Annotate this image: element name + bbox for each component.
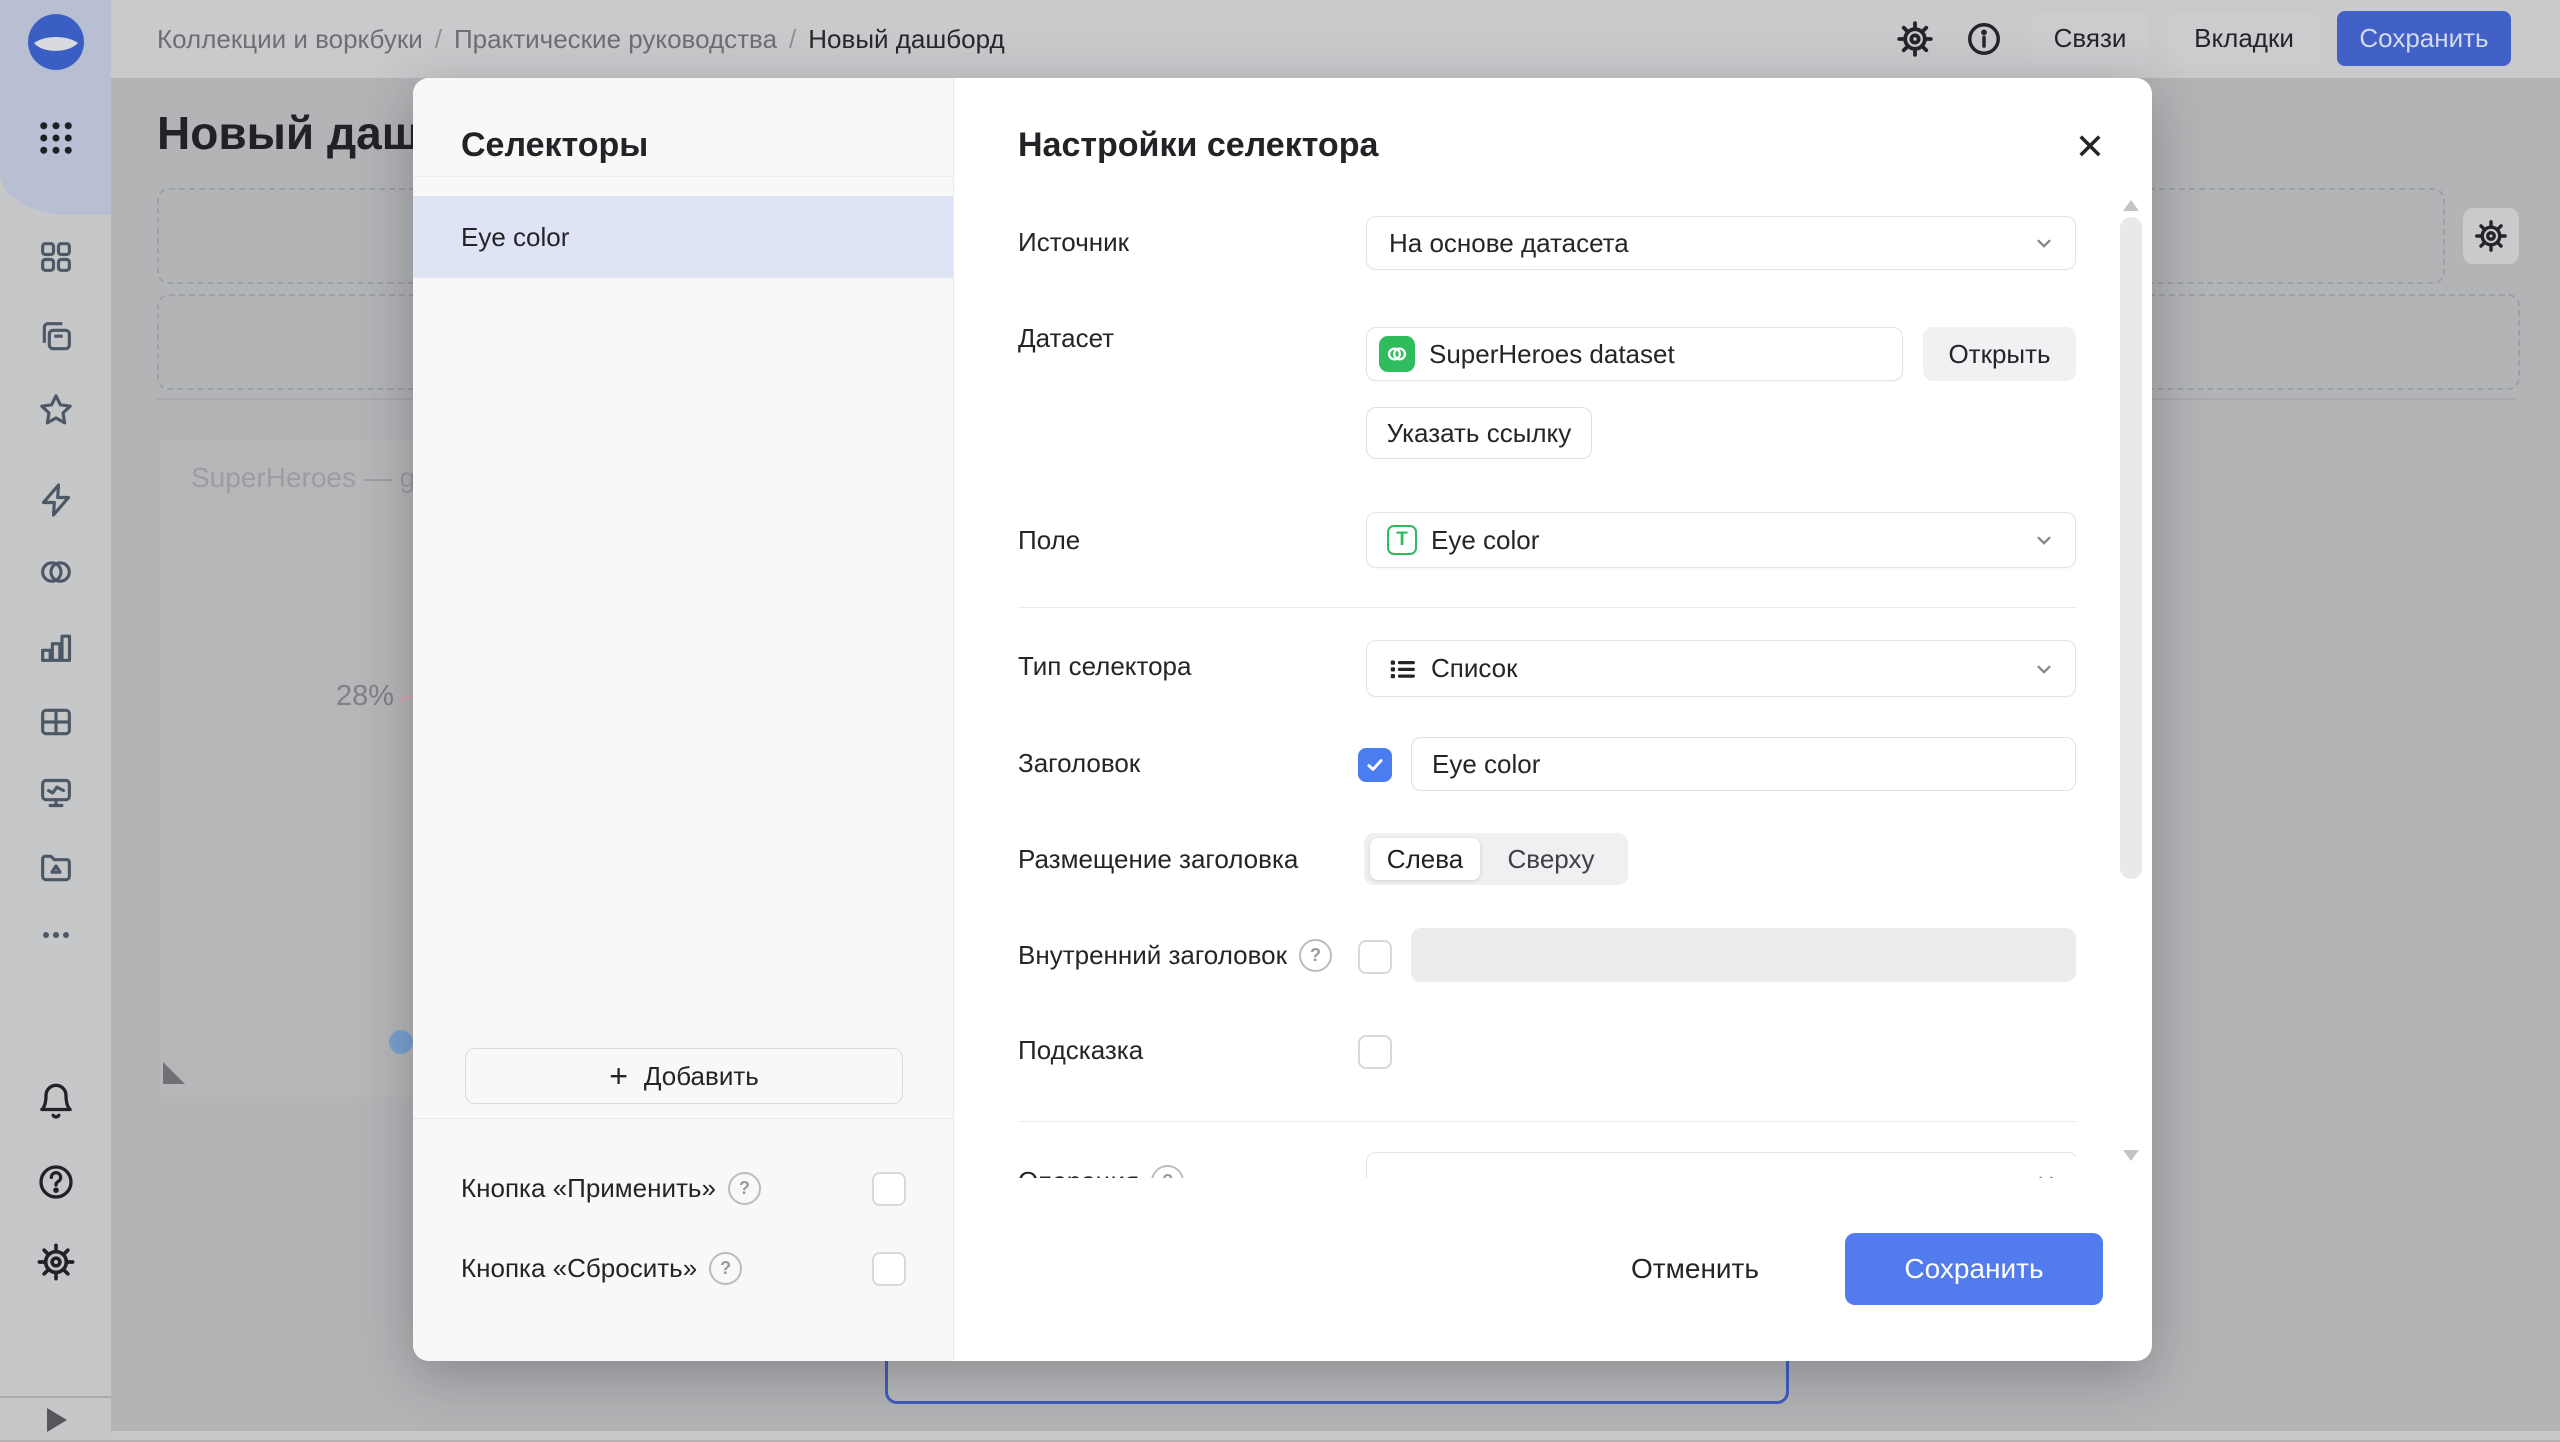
chart-title: SuperHeroes — g	[191, 462, 416, 493]
hint-checkbox[interactable]	[1358, 1035, 1392, 1069]
dataset-label: Датасет	[1018, 323, 1115, 353]
sidebar-item-monitoring-icon[interactable]	[36, 773, 76, 813]
dashboard-settings-button[interactable]	[2463, 208, 2519, 264]
apply-button-row-label: Кнопка «Применить» ?	[461, 1171, 761, 1205]
breadcrumb: Коллекции и воркбуки / Практические руко…	[157, 0, 1005, 78]
title-input[interactable]	[1411, 737, 2076, 791]
sidebar-item-more-icon[interactable]	[36, 915, 76, 955]
panel-footer-divider	[413, 1118, 953, 1119]
inner-title-input-disabled	[1411, 928, 2076, 982]
add-selector-button[interactable]: + Добавить	[465, 1048, 903, 1104]
chevron-down-icon	[2037, 665, 2051, 674]
sidebar-item-charts-icon[interactable]	[36, 627, 76, 667]
panel-header-divider	[413, 176, 953, 177]
scrollbar-thumb[interactable]	[2120, 217, 2142, 879]
breadcrumb-guides[interactable]: Практические руководства	[454, 24, 777, 55]
chevron-down-icon	[2039, 1176, 2053, 1178]
add-selector-label: Добавить	[643, 1060, 759, 1091]
chart-value-label: 28%	[336, 680, 395, 712]
help-icon[interactable]: ?	[1151, 1165, 1185, 1178]
tabs-button[interactable]: Вкладки	[2167, 11, 2321, 66]
breadcrumb-current: Новый дашборд	[808, 23, 1005, 54]
save-dashboard-button[interactable]: Сохранить	[2337, 11, 2511, 66]
scroll-down-arrow[interactable]	[2123, 1150, 2139, 1161]
sidebar-item-favorites-icon[interactable]	[36, 390, 76, 430]
reset-button-checkbox[interactable]	[872, 1252, 906, 1286]
field-select[interactable]: T Eye color	[1366, 512, 2076, 568]
source-label: Источник	[1018, 227, 1129, 257]
help-icon[interactable]: ?	[709, 1251, 743, 1285]
help-icon[interactable]: ?	[727, 1171, 761, 1205]
list-icon	[1390, 660, 1415, 678]
cancel-button[interactable]: Отменить	[1615, 1241, 1775, 1297]
placement-label: Размещение заголовка	[1018, 844, 1299, 874]
open-dataset-button[interactable]: Открыть	[1923, 327, 2076, 381]
placement-option-top[interactable]: Сверху	[1480, 833, 1622, 885]
dataset-select[interactable]: SuperHeroes dataset	[1366, 327, 1903, 381]
specify-link-button[interactable]: Указать ссылку	[1366, 407, 1592, 459]
title-checkbox[interactable]	[1358, 748, 1392, 782]
placement-option-left[interactable]: Слева	[1370, 833, 1480, 885]
scroll-up-arrow[interactable]	[2123, 200, 2139, 211]
expand-sidebar-icon[interactable]	[47, 1408, 67, 1432]
pie-fragment	[389, 1030, 413, 1054]
form-divider	[1018, 1121, 2076, 1122]
operation-label: Операция ?	[1018, 1165, 1185, 1178]
selector-list-item-label: Eye color	[461, 221, 570, 252]
dataset-icon	[1379, 336, 1415, 372]
apply-button-checkbox[interactable]	[872, 1172, 906, 1206]
datalens-logo[interactable]	[28, 14, 84, 70]
notifications-bell-icon[interactable]	[36, 1082, 76, 1122]
relations-button[interactable]: Связи	[2031, 11, 2149, 66]
chevron-down-icon	[2037, 536, 2051, 545]
settings-gear-icon[interactable]	[1896, 20, 1934, 58]
breadcrumb-separator: /	[434, 23, 442, 54]
inner-title-label: Внутренний заголовок ?	[1018, 939, 1332, 972]
help-circle-icon[interactable]	[36, 1162, 76, 1202]
user-settings-gear-icon[interactable]	[36, 1242, 76, 1282]
string-field-type-icon: T	[1387, 525, 1417, 555]
breadcrumb-separator: /	[789, 23, 797, 54]
sidebar-item-tables-icon[interactable]	[36, 702, 76, 742]
settings-form: Источник На основе датасета Датасет Supe…	[1018, 195, 2076, 1178]
form-divider	[1018, 607, 2076, 608]
settings-title: Настройки селектора	[1018, 126, 1379, 164]
field-label: Поле	[1018, 525, 1081, 555]
widget-resize-handle[interactable]	[163, 1062, 185, 1084]
info-icon[interactable]	[1965, 20, 2003, 58]
type-label: Тип селектора	[1018, 651, 1192, 681]
breadcrumb-collections[interactable]: Коллекции и воркбуки	[157, 24, 423, 55]
selector-type-select[interactable]: Список	[1366, 640, 2076, 697]
services-grid-icon[interactable]	[35, 117, 77, 159]
check-icon	[1367, 759, 1383, 771]
chevron-down-icon	[2037, 239, 2051, 248]
sidebar-item-editor-icon[interactable]	[36, 480, 76, 520]
save-selector-button[interactable]: Сохранить	[1845, 1233, 2103, 1305]
close-icon[interactable]: ✕	[2066, 123, 2114, 171]
help-icon[interactable]: ?	[1298, 939, 1332, 972]
gear-icon	[2475, 220, 2507, 252]
source-select[interactable]: На основе датасета	[1366, 216, 2076, 270]
selectors-panel-title: Селекторы	[461, 126, 649, 164]
selector-list-item[interactable]: Eye color	[413, 196, 953, 278]
sidebar-item-workbooks-icon[interactable]	[36, 317, 76, 357]
inner-title-checkbox[interactable]	[1358, 940, 1392, 974]
placement-segmented-control: Слева Сверху	[1364, 833, 1628, 885]
canvas-bottom-strip	[111, 1431, 2560, 1440]
hint-label: Подсказка	[1018, 1035, 1144, 1065]
sidebar-item-storage-icon[interactable]	[36, 848, 76, 888]
title-label: Заголовок	[1018, 748, 1141, 778]
operation-select[interactable]	[1366, 1152, 2076, 1178]
selector-settings-modal: Селекторы Eye color + Добавить Кнопка «П…	[413, 78, 2152, 1361]
sidebar-item-connections-icon[interactable]	[36, 552, 76, 592]
reset-button-row-label: Кнопка «Сбросить» ?	[461, 1251, 743, 1285]
plus-icon: +	[609, 1058, 628, 1094]
sidebar-item-dashboards-icon[interactable]	[36, 237, 76, 277]
